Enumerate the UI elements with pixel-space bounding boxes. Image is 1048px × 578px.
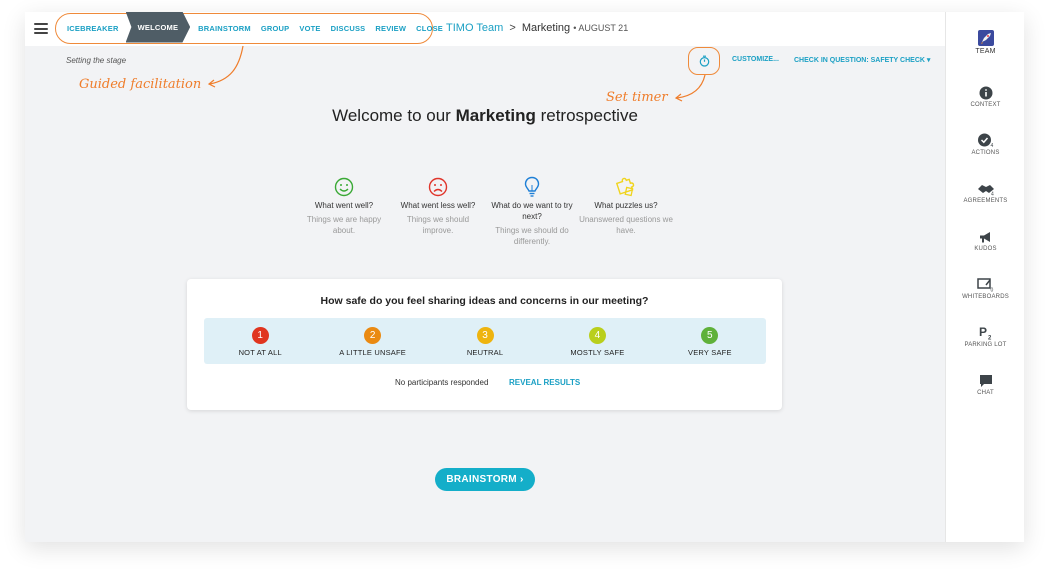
option-number: 3 xyxy=(476,327,494,344)
info-icon xyxy=(979,86,992,100)
sidebar-item-chat[interactable]: CHAT xyxy=(946,370,1025,396)
sidebar-label: PARKING LOT xyxy=(964,342,1007,348)
title-suffix: retrospective xyxy=(535,106,638,125)
sidebar-label: WHITEBOARDS xyxy=(962,294,1009,300)
prompt-title: What went less well? xyxy=(400,201,476,210)
option-label: VERY SAFE xyxy=(688,348,732,357)
whiteboard-icon: 0 xyxy=(976,278,993,293)
parking-icon: P 2 xyxy=(979,325,992,341)
prompt-puzzles: What puzzles us? Unanswered questions we… xyxy=(579,175,673,247)
sidebar-item-whiteboards[interactable]: 0 WHITEBOARDS xyxy=(946,274,1025,300)
sidebar-item-context[interactable]: CONTEXT xyxy=(946,82,1025,108)
svg-text:4: 4 xyxy=(990,143,993,148)
responses-status: No participants responded xyxy=(395,378,489,387)
sidebar-item-actions[interactable]: 4 ACTIONS xyxy=(946,130,1025,156)
sidebar-item-team[interactable]: TEAM xyxy=(946,28,1025,55)
option-number: 5 xyxy=(701,327,719,344)
smile-icon xyxy=(334,177,354,197)
safety-option-3[interactable]: 3 NEUTRAL xyxy=(429,318,541,364)
page-title: Welcome to our Marketing retrospective xyxy=(25,106,945,126)
prompt-went-well: What went well? Things we are happy abou… xyxy=(297,175,391,247)
prompt-description: Things we should do differently. xyxy=(495,226,569,246)
sidebar-label: TEAM xyxy=(975,48,996,55)
lightbulb-icon xyxy=(524,176,540,197)
option-label: MOSTLY SAFE xyxy=(570,348,625,357)
sidebar-label: AGREEMENTS xyxy=(963,198,1008,204)
option-label: A LITTLE UNSAFE xyxy=(339,348,406,357)
title-team-name: Marketing xyxy=(455,106,536,125)
sidebar-label: CHAT xyxy=(977,390,994,396)
retro-prompts: What went well? Things we are happy abou… xyxy=(297,175,673,247)
option-number: 1 xyxy=(251,327,269,344)
prompt-title: What puzzles us? xyxy=(594,201,658,210)
safety-option-2[interactable]: 2 A LITTLE UNSAFE xyxy=(316,318,428,364)
svg-text:4: 4 xyxy=(991,192,994,197)
puzzle-icon xyxy=(615,177,635,197)
option-number: 2 xyxy=(364,327,382,344)
prompt-description: Things we should improve. xyxy=(406,215,470,235)
svg-text:2: 2 xyxy=(988,336,992,341)
next-stage-button[interactable]: BRAINSTORM › xyxy=(435,468,535,491)
prompt-description: Unanswered questions we have. xyxy=(579,215,673,235)
sidebar-item-agreements[interactable]: 4 AGREEMENTS xyxy=(946,178,1025,204)
safety-scale: 1 NOT AT ALL 2 A LITTLE UNSAFE 3 NEUTRAL… xyxy=(204,318,766,364)
safety-check-card: How safe do you feel sharing ideas and c… xyxy=(187,279,782,410)
chat-icon xyxy=(979,375,992,387)
safety-option-4[interactable]: 4 MOSTLY SAFE xyxy=(541,318,653,364)
frown-icon xyxy=(428,177,448,197)
title-prefix: Welcome to our xyxy=(332,106,456,125)
reveal-results-button[interactable]: REVEAL RESULTS xyxy=(509,378,580,387)
sidebar-label: CONTEXT xyxy=(970,102,1001,108)
prompt-title: What do we want to try next? xyxy=(491,201,573,221)
svg-text:P: P xyxy=(979,325,987,339)
prompt-title: What went well? xyxy=(314,201,374,210)
app-window: ICEBREAKER WELCOME BRAINSTORM GROUP VOTE… xyxy=(25,11,1024,542)
right-sidebar: TEAM CONTEXT 4 ACTIONS 4 AGREEMENTS KUDO… xyxy=(945,12,1024,542)
sidebar-item-parking-lot[interactable]: P 2 PARKING LOT xyxy=(946,322,1025,348)
safety-option-5[interactable]: 5 VERY SAFE xyxy=(654,318,766,364)
svg-text:0: 0 xyxy=(990,288,993,293)
safety-option-1[interactable]: 1 NOT AT ALL xyxy=(204,318,316,364)
check-circle-icon: 4 xyxy=(977,133,993,148)
megaphone-icon xyxy=(979,232,990,243)
sidebar-label: KUDOS xyxy=(974,246,997,252)
option-number: 4 xyxy=(588,327,606,344)
sidebar-label: ACTIONS xyxy=(971,150,1000,156)
safety-question: How safe do you feel sharing ideas and c… xyxy=(320,295,649,307)
prompt-description: Things we are happy about. xyxy=(306,215,382,235)
prompt-went-less-well: What went less well? Things we should im… xyxy=(391,175,485,247)
prompt-try-next: What do we want to try next? Things we s… xyxy=(485,175,579,247)
option-label: NOT AT ALL xyxy=(238,348,282,357)
handshake-icon: 4 xyxy=(977,185,994,197)
option-label: NEUTRAL xyxy=(466,348,504,357)
rocket-icon xyxy=(977,30,994,46)
sidebar-item-kudos[interactable]: KUDOS xyxy=(946,226,1025,252)
